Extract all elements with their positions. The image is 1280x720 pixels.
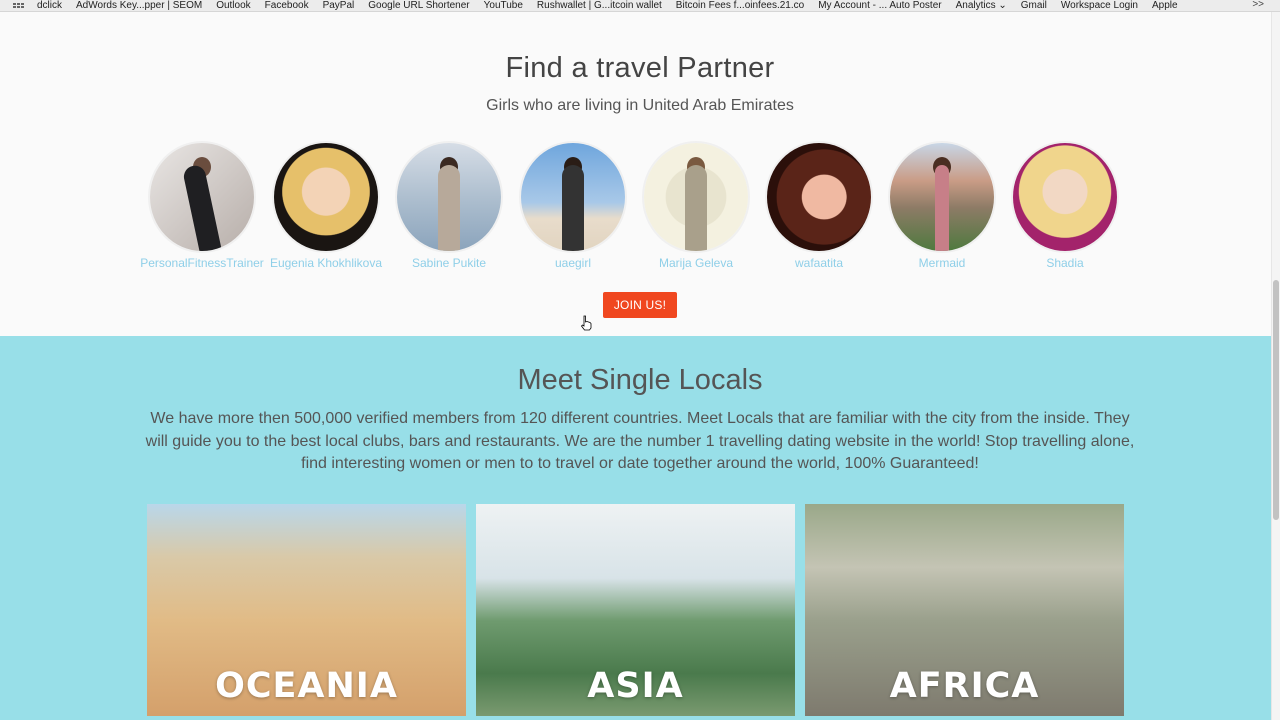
profile-avatar[interactable] <box>890 143 994 251</box>
profile-list: PersonalFitnessTrainer Eugenia Khokhliko… <box>140 143 1130 273</box>
profile-name[interactable]: PersonalFitnessTrainer <box>132 256 272 270</box>
region-label: AFRICA <box>889 666 1040 706</box>
bookmark-item[interactable]: Google URL Shortener <box>368 0 469 11</box>
chevron-down-icon: ⌄ <box>998 0 1007 11</box>
bookmark-item[interactable]: Facebook <box>265 0 309 11</box>
bookmark-item[interactable]: Gmail <box>1021 0 1047 11</box>
profile-card[interactable]: Marija Geleva <box>644 143 748 270</box>
profile-card[interactable]: uaegirl <box>521 143 625 270</box>
profile-avatar[interactable] <box>644 143 748 251</box>
hand-cursor-icon <box>580 315 592 331</box>
bookmark-item[interactable]: Rushwallet | G...itcoin wallet <box>537 0 662 11</box>
bookmark-item[interactable]: Bitcoin Fees f...oinfees.21.co <box>676 0 804 11</box>
region-label: OCEANIA <box>215 666 398 706</box>
bookmark-folder-label: Analytics <box>955 0 996 11</box>
travel-partner-section: Find a travel Partner Girls who are livi… <box>0 12 1280 336</box>
section-title: Find a travel Partner <box>505 52 775 84</box>
profile-name[interactable]: Shadia <box>995 256 1135 270</box>
join-us-button[interactable]: JOIN US! <box>603 292 677 318</box>
profile-card[interactable]: Sabine Pukite <box>397 143 501 270</box>
profile-card[interactable]: wafaatita <box>767 143 871 270</box>
region-card-oceania[interactable]: OCEANIA <box>147 504 466 716</box>
page-scrollbar[interactable] <box>1271 12 1280 720</box>
profile-avatar[interactable] <box>1013 143 1117 251</box>
profile-card[interactable]: Eugenia Khokhlikova <box>270 143 382 270</box>
profile-avatar[interactable] <box>767 143 871 251</box>
meet-locals-section: Meet Single Locals We have more then 500… <box>0 336 1280 720</box>
bookmark-folder-analytics[interactable]: Analytics ⌄ <box>955 0 1007 11</box>
profile-name[interactable]: Marija Geleva <box>626 256 766 270</box>
bookmark-item[interactable]: Workspace Login <box>1061 0 1138 11</box>
profile-name[interactable]: wafaatita <box>749 256 889 270</box>
profile-name[interactable]: Sabine Pukite <box>379 256 519 270</box>
profile-avatar[interactable] <box>397 143 501 251</box>
region-card-africa[interactable]: AFRICA <box>805 504 1124 716</box>
bookmark-item[interactable]: YouTube <box>484 0 523 11</box>
bookmarks-bar: dclick AdWords Key...pper | SEOM Outlook… <box>0 0 1280 12</box>
region-label: ASIA <box>587 666 684 706</box>
profile-avatar[interactable] <box>521 143 625 251</box>
scrollbar-thumb[interactable] <box>1273 280 1279 520</box>
bookmarks-overflow-button[interactable]: >> <box>1252 0 1264 10</box>
profile-name[interactable]: uaegirl <box>503 256 643 270</box>
profile-avatar[interactable] <box>274 143 378 251</box>
profile-card[interactable]: PersonalFitnessTrainer <box>140 143 264 270</box>
profile-card[interactable]: Shadia <box>1013 143 1117 270</box>
bookmark-item[interactable]: Outlook <box>216 0 250 11</box>
profile-name[interactable]: Eugenia Khokhlikova <box>256 256 396 270</box>
profile-card[interactable]: Mermaid <box>890 143 994 270</box>
profile-avatar[interactable] <box>150 143 254 251</box>
section-description: We have more then 500,000 verified membe… <box>145 410 1135 472</box>
profile-name[interactable]: Mermaid <box>872 256 1012 270</box>
bookmark-item[interactable]: Apple <box>1152 0 1178 11</box>
bookmark-item[interactable]: My Account - ... Auto Poster <box>818 0 941 11</box>
bookmark-item[interactable]: AdWords Key...pper | SEOM <box>76 0 202 11</box>
section-title: Meet Single Locals <box>517 364 763 396</box>
section-subtitle: Girls who are living in United Arab Emir… <box>486 97 794 114</box>
bookmark-item[interactable]: dclick <box>37 0 62 11</box>
region-card-asia[interactable]: ASIA <box>476 504 795 716</box>
bookmark-item[interactable]: PayPal <box>323 0 355 11</box>
apps-grid-icon[interactable] <box>13 1 27 11</box>
